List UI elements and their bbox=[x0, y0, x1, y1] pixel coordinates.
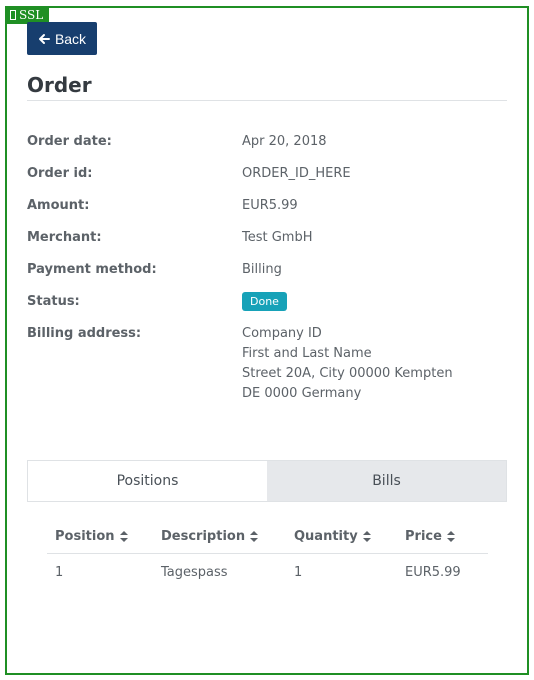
table-header: Position Description Quantity Price bbox=[47, 520, 488, 554]
back-button[interactable]: Back bbox=[27, 22, 97, 55]
sort-icon bbox=[446, 531, 455, 542]
order-details: Order date: Apr 20, 2018 Order id: ORDER… bbox=[27, 132, 507, 416]
table-cell: 1 bbox=[294, 564, 303, 580]
detail-value: Apr 20, 2018 bbox=[242, 134, 327, 149]
detail-label: Billing address: bbox=[27, 326, 142, 341]
detail-label: Payment method: bbox=[27, 262, 157, 277]
lock-icon bbox=[10, 10, 16, 20]
detail-label: Status: bbox=[27, 294, 80, 309]
arrow-left-icon bbox=[38, 33, 50, 44]
detail-row-payment-method: Payment method: Billing bbox=[27, 260, 507, 280]
title-divider bbox=[27, 100, 507, 101]
tab-positions[interactable]: Positions bbox=[28, 461, 267, 501]
back-button-label: Back bbox=[54, 30, 87, 47]
order-tabs: Positions Bills bbox=[27, 460, 507, 502]
page-title: Order bbox=[27, 73, 92, 97]
detail-row-billing-address: Billing address: Company ID First and La… bbox=[27, 324, 507, 404]
table-cell: Tagespass bbox=[161, 564, 228, 580]
address-line: First and Last Name bbox=[242, 346, 372, 361]
column-header-label: Position bbox=[55, 529, 115, 544]
column-header-price[interactable]: Price bbox=[405, 529, 488, 544]
sort-icon bbox=[362, 531, 371, 542]
detail-value: Test GmbH bbox=[242, 230, 313, 245]
detail-label: Amount: bbox=[27, 198, 90, 213]
positions-table: Position Description Quantity Price 1 Ta… bbox=[47, 520, 488, 590]
detail-row-order-id: Order id: ORDER_ID_HERE bbox=[27, 164, 507, 184]
column-header-label: Description bbox=[161, 529, 246, 544]
detail-row-status: Status: Done bbox=[27, 292, 507, 312]
detail-row-order-date: Order date: Apr 20, 2018 bbox=[27, 132, 507, 152]
address-line: DE 0000 Germany bbox=[242, 386, 362, 401]
column-header-position[interactable]: Position bbox=[47, 529, 161, 544]
table-cell: EUR5.99 bbox=[405, 564, 461, 580]
table-row: 1 Tagespass 1 EUR5.99 bbox=[47, 554, 488, 590]
column-header-description[interactable]: Description bbox=[161, 529, 294, 544]
detail-value: ORDER_ID_HERE bbox=[242, 166, 351, 181]
tab-bills[interactable]: Bills bbox=[267, 461, 506, 501]
detail-label: Order id: bbox=[27, 166, 93, 181]
detail-value: Billing bbox=[242, 262, 282, 277]
detail-value: EUR5.99 bbox=[242, 198, 298, 213]
sort-icon bbox=[250, 531, 259, 542]
detail-row-merchant: Merchant: Test GmbH bbox=[27, 228, 507, 248]
sort-icon bbox=[119, 531, 128, 542]
detail-row-amount: Amount: EUR5.99 bbox=[27, 196, 507, 216]
status-badge: Done bbox=[242, 292, 287, 311]
detail-label: Merchant: bbox=[27, 230, 102, 245]
address-line: Street 20A, City 00000 Kempten bbox=[242, 366, 453, 381]
address-line: Company ID bbox=[242, 326, 322, 341]
column-header-label: Quantity bbox=[294, 529, 358, 544]
detail-value: Done bbox=[242, 292, 287, 312]
table-cell: 1 bbox=[55, 564, 64, 580]
billing-address: Company ID First and Last Name Street 20… bbox=[242, 324, 453, 404]
detail-label: Order date: bbox=[27, 134, 112, 149]
column-header-label: Price bbox=[405, 529, 442, 544]
column-header-quantity[interactable]: Quantity bbox=[294, 529, 405, 544]
